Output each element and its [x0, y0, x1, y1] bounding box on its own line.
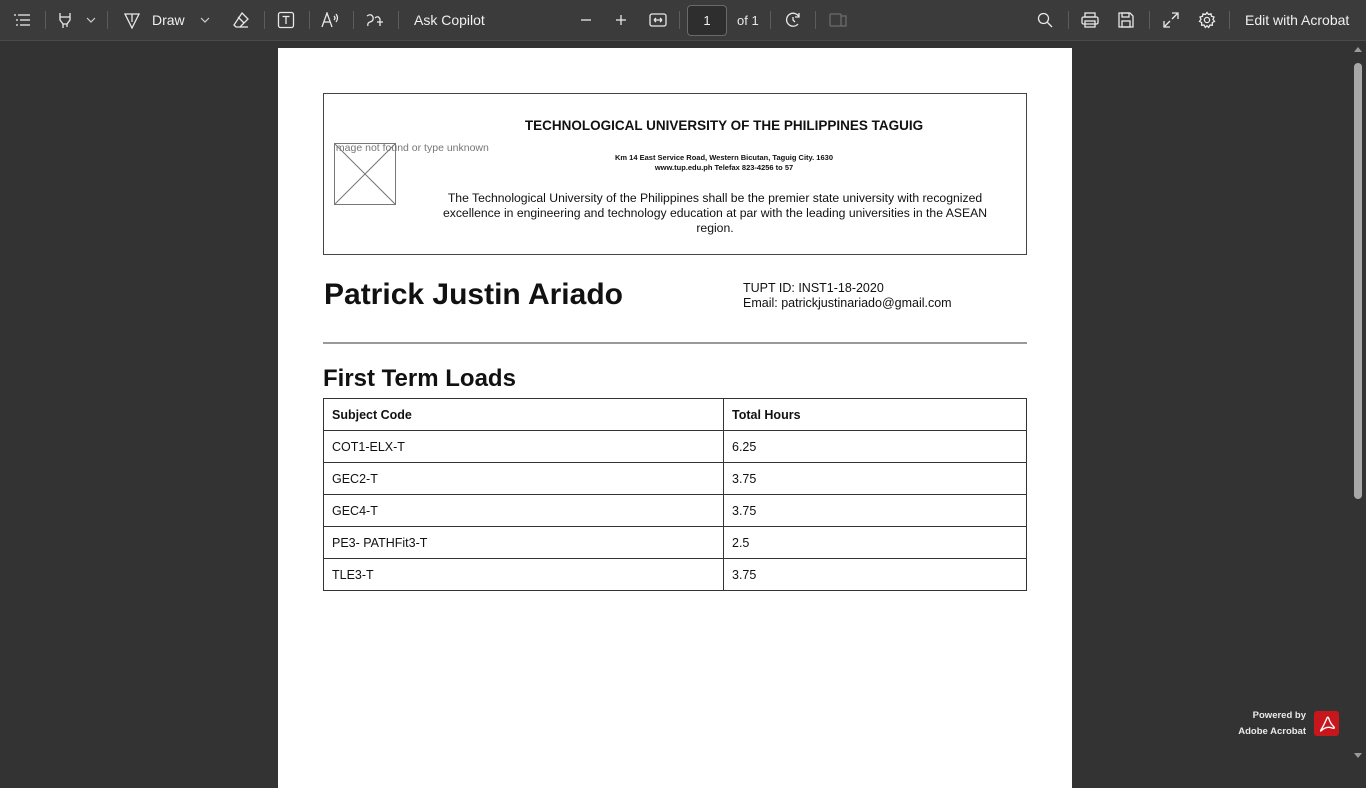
subject-code-cell: COT1-ELX-T — [323, 430, 724, 463]
total-hours-cell: 6.25 — [723, 430, 1027, 463]
tupt-id: TUPT ID: INST1-18-2020 — [743, 281, 884, 295]
zoom-out-icon[interactable] — [578, 0, 594, 40]
table-row: GEC2-T 3.75 — [323, 462, 1027, 495]
total-hours-cell: 3.75 — [723, 558, 1027, 591]
table-row: GEC4-T 3.75 — [323, 494, 1027, 527]
toolbar-separator — [45, 11, 46, 29]
subject-code-cell: TLE3-T — [323, 558, 724, 591]
pdf-toolbar: Draw Ask Copilot 1 of 1 Edit with Acroba… — [0, 0, 1366, 41]
save-icon[interactable] — [1116, 0, 1136, 40]
toolbar-separator — [309, 11, 310, 29]
letterhead-box: Image not found or type unknown TECHNOLO… — [323, 93, 1027, 255]
settings-gear-icon[interactable] — [1197, 0, 1217, 40]
university-name: TECHNOLOGICAL UNIVERSITY OF THE PHILIPPI… — [524, 118, 924, 133]
page-total-label: of 1 — [737, 12, 759, 28]
zoom-in-icon[interactable] — [613, 0, 629, 40]
subject-code-cell: PE3- PATHFit3-T — [323, 526, 724, 559]
total-hours-cell: 3.75 — [723, 494, 1027, 527]
adobe-acrobat-logo-icon[interactable] — [1314, 711, 1339, 736]
address-line-1: Km 14 East Service Road, Western Bicutan… — [615, 153, 833, 162]
toolbar-separator — [815, 11, 816, 29]
fullscreen-icon[interactable] — [1161, 0, 1181, 40]
header-total-hours: Total Hours — [723, 398, 1027, 431]
table-row: COT1-ELX-T 6.25 — [323, 430, 1027, 463]
university-vision: The Technological University of the Phil… — [442, 191, 988, 235]
person-details: TUPT ID: INST1-18-2020 Email: patrickjus… — [743, 281, 952, 311]
print-icon[interactable] — [1080, 0, 1100, 40]
page-view-icon[interactable] — [828, 0, 848, 40]
eraser-icon[interactable] — [230, 0, 252, 40]
divider — [323, 342, 1027, 344]
table-row: PE3- PATHFit3-T 2.5 — [323, 526, 1027, 559]
highlight-chevron-down-icon[interactable] — [84, 0, 98, 40]
total-hours-cell: 3.75 — [723, 462, 1027, 495]
edit-with-acrobat-button[interactable]: Edit with Acrobat — [1245, 0, 1349, 40]
search-icon[interactable] — [1035, 0, 1055, 40]
loads-table: Subject Code Total Hours COT1-ELX-T 6.25… — [323, 398, 1027, 591]
subject-code-cell: GEC4-T — [323, 494, 724, 527]
toolbar-separator — [264, 11, 265, 29]
toolbar-separator — [679, 11, 680, 29]
powered-by-label: Powered by Adobe Acrobat — [1230, 708, 1306, 740]
table-header-row: Subject Code Total Hours — [323, 398, 1027, 431]
toolbar-separator — [353, 11, 354, 29]
ask-copilot-button[interactable]: Ask Copilot — [414, 0, 485, 40]
subject-code-cell: GEC2-T — [323, 462, 724, 495]
total-hours-cell: 2.5 — [723, 526, 1027, 559]
text-box-icon[interactable] — [275, 0, 297, 40]
vertical-scrollbar[interactable] — [1350, 41, 1366, 768]
section-title: First Term Loads — [323, 365, 516, 392]
scroll-up-arrow-icon[interactable] — [1354, 47, 1362, 52]
header-subject-code: Subject Code — [323, 398, 724, 431]
toolbar-separator — [1149, 11, 1150, 29]
address-line-2: www.tup.edu.ph Telefax 823-4256 to 57 — [654, 163, 794, 172]
toolbar-separator — [1229, 11, 1230, 29]
draw-chevron-down-icon[interactable] — [198, 0, 212, 40]
draw-button[interactable]: Draw — [152, 0, 185, 40]
powered-by-brand: Adobe Acrobat — [1238, 726, 1306, 737]
person-name: Patrick Justin Ariado — [324, 278, 623, 311]
fit-width-icon[interactable] — [648, 0, 668, 40]
scrollbar-thumb[interactable] — [1354, 63, 1362, 499]
translate-icon[interactable] — [364, 0, 386, 40]
toolbar-separator — [107, 11, 108, 29]
toolbar-separator — [770, 11, 771, 29]
pdf-page: Image not found or type unknown TECHNOLO… — [278, 48, 1072, 788]
contents-list-icon[interactable] — [10, 0, 34, 40]
table-row: TLE3-T 3.75 — [323, 558, 1027, 591]
draw-icon[interactable] — [122, 0, 142, 40]
toolbar-separator — [398, 11, 399, 29]
email: Email: patrickjustinariado@gmail.com — [743, 296, 952, 310]
read-aloud-icon[interactable] — [320, 0, 342, 40]
university-address: Km 14 East Service Road, Western Bicutan… — [444, 153, 1004, 173]
toolbar-separator — [1068, 11, 1069, 29]
page-number-input[interactable]: 1 — [687, 5, 727, 36]
powered-by-text: Powered by — [1252, 710, 1306, 721]
rotate-icon[interactable] — [783, 0, 803, 40]
highlight-icon[interactable] — [54, 0, 76, 40]
scroll-down-arrow-icon[interactable] — [1354, 753, 1362, 758]
